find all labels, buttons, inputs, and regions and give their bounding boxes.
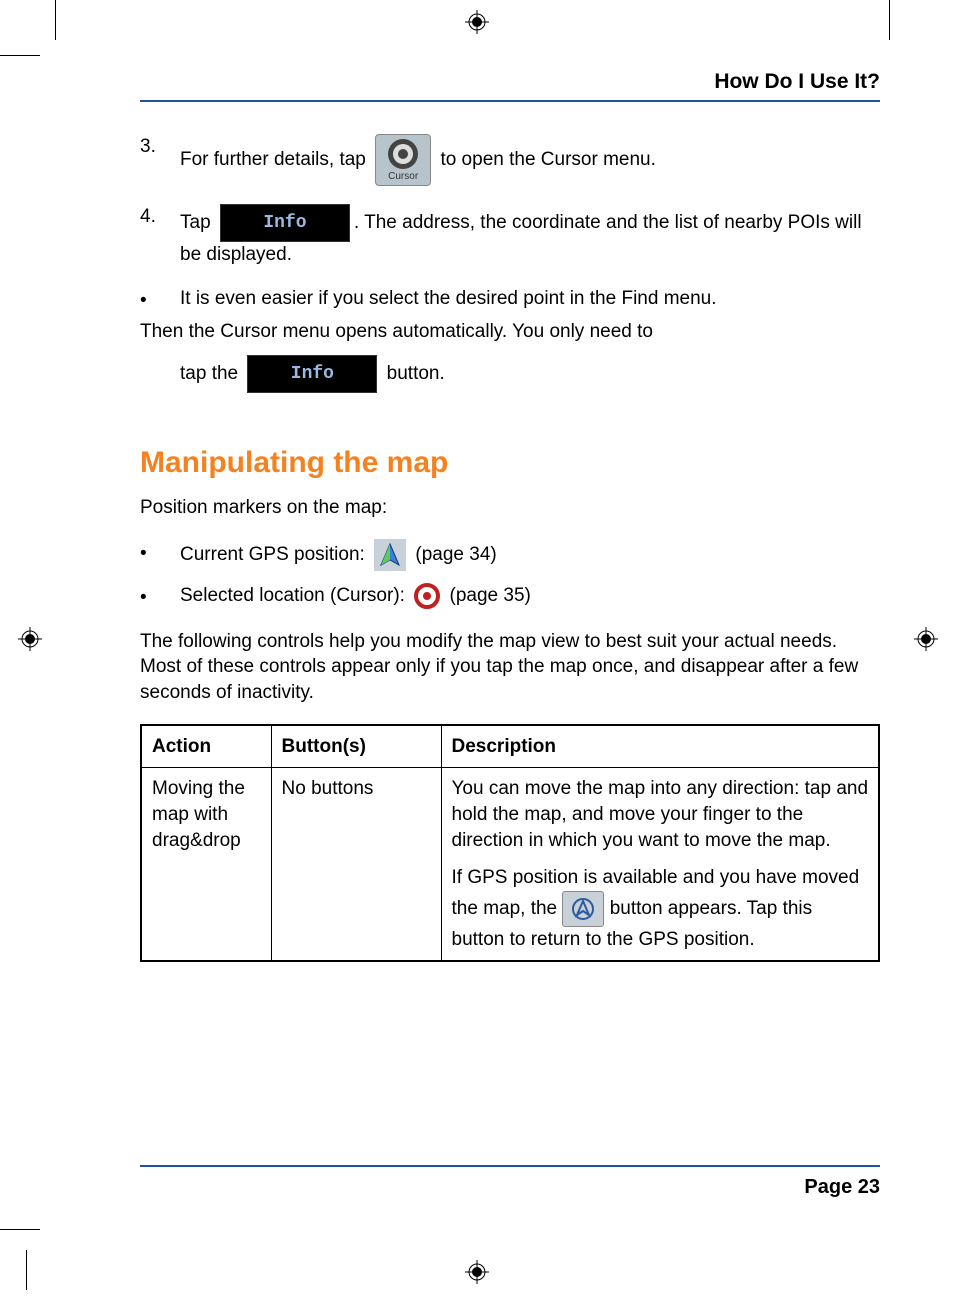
- bullet-continuation: Then the Cursor menu opens automatically…: [140, 319, 880, 345]
- marker-text: (page 35): [450, 585, 531, 606]
- cell-action: Moving the map with drag&drop: [141, 768, 271, 962]
- th-description: Description: [441, 725, 879, 768]
- cursor-menu-button-icon: Cursor: [375, 134, 431, 186]
- cursor-target-icon: [414, 583, 440, 609]
- bullet-text: button.: [387, 363, 445, 384]
- info-button-icon: Info: [247, 355, 377, 393]
- bullet-text: tap the: [180, 363, 243, 384]
- step-4: 4. Tap Info. The address, the coordinate…: [140, 204, 880, 268]
- intro-text: Position markers on the map:: [140, 495, 880, 521]
- body-paragraph: The following controls help you modify t…: [140, 629, 880, 706]
- marker-text: Current GPS position:: [180, 544, 370, 565]
- page-header: How Do I Use It?: [140, 70, 880, 102]
- page-number: Page 23: [804, 1176, 880, 1199]
- cell-description: You can move the map into any direction:…: [441, 768, 879, 962]
- section-heading: Manipulating the map: [140, 443, 880, 484]
- registration-mark-icon: [465, 1260, 489, 1284]
- desc-text: You can move the map into any direction:…: [452, 776, 869, 853]
- marker-text: (page 34): [415, 544, 496, 565]
- marker-cursor: • Selected location (Cursor): (page 35): [140, 583, 880, 611]
- marker-text: Selected location (Cursor):: [180, 585, 410, 606]
- step-text: Tap: [180, 212, 216, 233]
- registration-mark-icon: [465, 10, 489, 34]
- cell-buttons: No buttons: [271, 768, 441, 962]
- registration-mark-icon: [18, 627, 42, 651]
- info-button-icon: Info: [220, 204, 350, 242]
- step-3: 3. For further details, tap Cursor to op…: [140, 134, 880, 186]
- return-to-gps-icon: [562, 891, 604, 927]
- th-buttons: Button(s): [271, 725, 441, 768]
- th-action: Action: [141, 725, 271, 768]
- gps-arrow-icon: [374, 539, 406, 571]
- bullet-item: • It is even easier if you select the de…: [140, 286, 880, 314]
- step-text: For further details, tap: [180, 149, 371, 170]
- bullet-text: It is even easier if you select the desi…: [180, 286, 880, 314]
- step-number: 4.: [140, 204, 180, 230]
- controls-table: Action Button(s) Description Moving the …: [140, 724, 880, 963]
- footer-rule: [140, 1165, 880, 1167]
- step-text: to open the Cursor menu.: [440, 149, 655, 170]
- step-number: 3.: [140, 134, 180, 160]
- registration-mark-icon: [914, 627, 938, 651]
- table-row: Moving the map with drag&drop No buttons…: [141, 768, 879, 962]
- marker-gps: • Current GPS position: (page 34): [140, 539, 880, 571]
